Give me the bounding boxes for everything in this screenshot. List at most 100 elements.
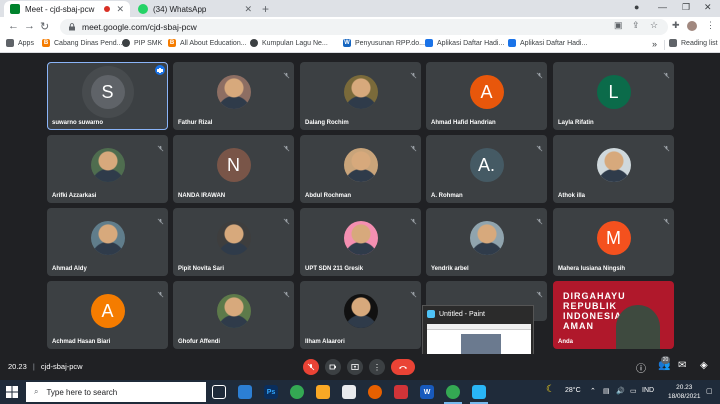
participant-tile[interactable]: Dalang Rochim (300, 62, 421, 130)
participant-tile[interactable]: A Ahmad Hafid Handrian (426, 62, 547, 130)
paint-icon (427, 310, 435, 318)
participant-tile[interactable]: M Mahera lusiana Ningsih (553, 208, 674, 276)
mic-off-icon (157, 212, 164, 225)
battery-icon[interactable]: ▭ (630, 387, 637, 395)
profile-photo (343, 221, 378, 255)
forward-icon[interactable]: → (24, 20, 35, 32)
participant-name: Anda (558, 339, 573, 345)
paint-titlebar: Untitled - Paint (423, 306, 533, 322)
avatar[interactable] (687, 21, 697, 31)
close-window-icon[interactable]: ✕ (704, 2, 712, 13)
store-icon[interactable] (238, 385, 252, 399)
bookmark-item[interactable]: W Penyusunan RPP.do... (343, 39, 425, 47)
weather-icon[interactable]: ☾ (546, 384, 555, 395)
globe-icon (122, 39, 130, 47)
participant-name: UPT SDN 211 Gresik (305, 266, 364, 272)
presenter-video (616, 305, 660, 349)
chrome-icon[interactable] (290, 385, 304, 399)
temperature[interactable]: 28°C (565, 387, 581, 394)
firefox-icon[interactable] (368, 385, 382, 399)
leave-call-button[interactable] (391, 359, 415, 375)
chevron-up-icon[interactable]: ⌃ (590, 387, 596, 395)
participant-tile[interactable]: Ssuwarno suwarno (47, 62, 168, 130)
participant-tile[interactable]: Ahmad Aldy (47, 208, 168, 276)
participant-tile[interactable]: Ghofur Affendi (173, 281, 294, 349)
tools-icon[interactable] (342, 385, 356, 399)
avatar: M (596, 221, 631, 255)
back-icon[interactable]: ← (8, 20, 19, 32)
bookmark-item[interactable]: Aplikasi Daftar Hadi... (425, 39, 504, 47)
minimize-icon[interactable]: — (658, 2, 667, 12)
address-bar[interactable]: meet.google.com/cjd-sbaj-pcw (60, 19, 668, 35)
bookmark-item[interactable]: Aplikasi Daftar Hadi... (508, 39, 587, 47)
bookmark-item[interactable]: Kumpulan Lagu Ne... (250, 39, 328, 47)
share-icon[interactable]: ⇪ (632, 20, 640, 31)
participant-tile[interactable]: L Layla Rifatin (553, 62, 674, 130)
bookmark-item[interactable]: B All About Education... (168, 39, 247, 47)
star-icon[interactable]: ☆ (650, 20, 658, 31)
avatar (216, 294, 251, 328)
close-icon[interactable]: ✕ (116, 4, 124, 15)
bookmark-apps[interactable]: Apps (6, 39, 34, 47)
video-icon (329, 364, 336, 370)
participant-tile[interactable]: Abdul Rochman (300, 135, 421, 203)
participant-tile[interactable]: DIRGAHAYU REPUBLIK INDONESIA AMAN Anda (553, 281, 674, 349)
drive-icon (425, 39, 433, 47)
present-button[interactable] (347, 359, 363, 375)
extensions-icon[interactable]: ✚ (672, 20, 680, 31)
bookmark-item[interactable]: PIP SMK (122, 39, 162, 47)
tab-meet[interactable]: Meet - cjd-sbaj-pcw ✕ (4, 1, 130, 17)
camera-icon[interactable]: ▣ (614, 20, 623, 31)
reload-icon[interactable]: ↻ (40, 20, 49, 33)
participant-tile[interactable]: Yendrik arbel (426, 208, 547, 276)
photoshop-icon[interactable]: Ps (264, 385, 278, 399)
bookmarks-overflow-button[interactable]: » (652, 39, 657, 49)
camera-toggle-button[interactable] (325, 359, 341, 375)
participant-tile[interactable]: Fathur Rizal (173, 62, 294, 130)
participant-tile[interactable]: A Achmad Hasan Biari (47, 281, 168, 349)
more-options-button[interactable]: ⋮ (369, 359, 385, 375)
more-icon[interactable]: ⋮ (706, 20, 715, 31)
maximize-icon[interactable]: ❐ (682, 2, 690, 13)
participant-name: Ahmad Aldy (52, 266, 87, 272)
participant-tile[interactable]: N NANDA IRAWAN (173, 135, 294, 203)
chrome-icon[interactable] (446, 385, 460, 399)
profile-menu-icon[interactable]: ● (634, 2, 639, 12)
participant-tile[interactable]: Ilham Alaarori (300, 281, 421, 349)
taskbar-search-input[interactable]: ⌕ Type here to search (26, 382, 206, 402)
new-tab-button[interactable]: + (262, 2, 269, 16)
activities-icon[interactable]: ◈ (700, 360, 708, 371)
notification-icon[interactable]: ▢ (706, 387, 713, 395)
blogger-icon: B (168, 39, 176, 47)
mic-off-icon (663, 212, 670, 225)
participant-name: Arifki Azzarkasi (52, 193, 97, 199)
info-icon[interactable]: ⓘ (636, 360, 646, 375)
more-vert-icon: ⋮ (373, 362, 381, 372)
word-icon[interactable]: W (420, 385, 434, 399)
participant-tile[interactable]: Pipit Novita Sari (173, 208, 294, 276)
paint-icon[interactable] (472, 385, 486, 399)
avatar: A. (469, 148, 504, 182)
chat-icon[interactable]: ✉ (678, 360, 686, 371)
network-icon[interactable]: ▤ (603, 387, 610, 395)
file-explorer-icon[interactable] (316, 385, 330, 399)
volume-icon[interactable]: 🔊 (616, 387, 625, 395)
close-icon[interactable]: ✕ (244, 4, 252, 15)
participant-name: Ilham Alaarori (305, 339, 345, 345)
mic-off-icon (536, 285, 543, 298)
participant-tile[interactable]: A. A. Rohman (426, 135, 547, 203)
bookmark-label: Penyusunan RPP.do... (355, 39, 425, 47)
task-view-icon[interactable] (212, 385, 226, 399)
bookmark-item[interactable]: B Cabang Dinas Pend... (42, 39, 123, 47)
language-indicator[interactable]: IND (642, 387, 654, 394)
mic-off-icon (157, 139, 164, 152)
windows-start-icon[interactable] (6, 386, 18, 398)
tab-whatsapp[interactable]: (34) WhatsApp ✕ (132, 1, 258, 17)
participant-tile[interactable]: UPT SDN 211 Gresik (300, 208, 421, 276)
taskbar-clock[interactable]: 20.23 18/08/2021 (668, 383, 701, 401)
reading-list-button[interactable]: Reading list (669, 39, 718, 47)
participant-tile[interactable]: Arifki Azzarkasi (47, 135, 168, 203)
participant-tile[interactable]: Athok illa (553, 135, 674, 203)
mic-toggle-button[interactable] (303, 359, 319, 375)
media-icon[interactable] (394, 385, 408, 399)
